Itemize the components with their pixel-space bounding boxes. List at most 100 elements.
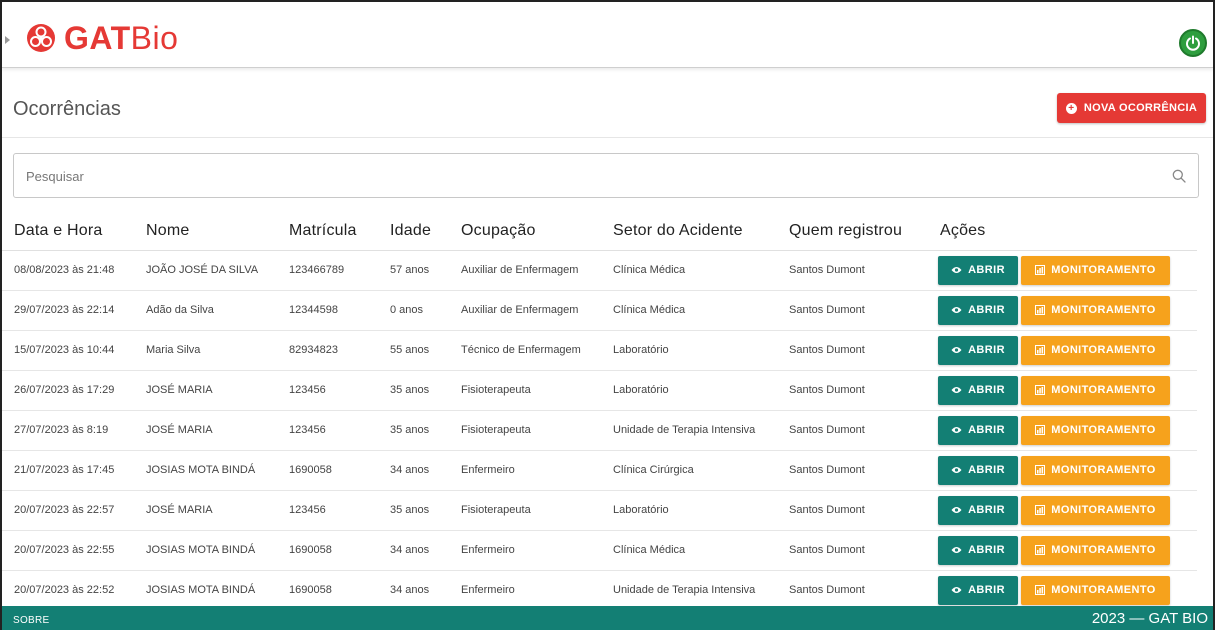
cell-actions: ABRIR MONITORAMENTO	[928, 570, 1197, 611]
cell-name: JOSÉ MARIA	[134, 490, 277, 531]
monitoring-button[interactable]: MONITORAMENTO	[1021, 535, 1170, 565]
open-button-label: ABRIR	[968, 584, 1005, 596]
cell-registered-by: Santos Dumont	[777, 490, 928, 531]
cell-sector: Unidade de Terapia Intensiva	[601, 570, 777, 611]
open-button[interactable]: ABRIR	[938, 455, 1018, 485]
cell-age: 0 anos	[378, 290, 449, 331]
cell-age: 35 anos	[378, 490, 449, 531]
cell-actions: ABRIR MONITORAMENTO	[928, 250, 1197, 291]
monitoring-button-label: MONITORAMENTO	[1051, 544, 1156, 556]
page-header: Ocorrências	[2, 70, 1213, 138]
open-button[interactable]: ABRIR	[938, 415, 1018, 445]
cell-registered-by: Santos Dumont	[777, 290, 928, 331]
open-button[interactable]: ABRIR	[938, 295, 1018, 325]
biohazard-icon	[27, 24, 55, 52]
cell-name: Maria Silva	[134, 330, 277, 371]
column-header-age[interactable]: Idade	[378, 212, 449, 251]
chart-icon	[1035, 345, 1046, 355]
cell-id: 1690058	[277, 570, 378, 611]
column-header-datetime[interactable]: Data e Hora	[2, 212, 134, 251]
cell-id: 1690058	[277, 450, 378, 491]
table-row: 27/07/2023 às 8:19 JOSÉ MARIA 123456 35 …	[2, 410, 1197, 451]
new-occurrence-button[interactable]: + NOVA OCORRÊNCIA	[1057, 93, 1206, 123]
monitoring-button[interactable]: MONITORAMENTO	[1021, 295, 1170, 325]
chart-icon	[1035, 505, 1046, 515]
column-header-registered-by[interactable]: Quem registrou	[777, 212, 928, 251]
cell-actions: ABRIR MONITORAMENTO	[928, 370, 1197, 411]
open-button[interactable]: ABRIR	[938, 575, 1018, 605]
search-input[interactable]	[26, 166, 1126, 186]
cell-sector: Laboratório	[601, 370, 777, 411]
open-button-label: ABRIR	[968, 464, 1005, 476]
monitoring-button-label: MONITORAMENTO	[1051, 584, 1156, 596]
search-box	[13, 153, 1199, 198]
power-icon	[1186, 35, 1200, 51]
cell-name: JOSIAS MOTA BINDÁ	[134, 450, 277, 491]
cell-name: JOSÉ MARIA	[134, 370, 277, 411]
column-header-occupation[interactable]: Ocupação	[449, 212, 601, 251]
monitoring-button[interactable]: MONITORAMENTO	[1021, 255, 1170, 285]
open-button[interactable]: ABRIR	[938, 495, 1018, 525]
cell-registered-by: Santos Dumont	[777, 250, 928, 291]
table-row: 08/08/2023 às 21:48 JOÃO JOSÉ DA SILVA 1…	[2, 250, 1197, 291]
eye-icon	[951, 427, 962, 433]
search-icon[interactable]	[1172, 169, 1186, 183]
cell-registered-by: Santos Dumont	[777, 450, 928, 491]
column-header-id[interactable]: Matrícula	[277, 212, 378, 251]
cell-name: Adão da Silva	[134, 290, 277, 331]
open-button[interactable]: ABRIR	[938, 535, 1018, 565]
logout-button[interactable]	[1179, 29, 1207, 57]
cell-sector: Clínica Médica	[601, 250, 777, 291]
monitoring-button[interactable]: MONITORAMENTO	[1021, 575, 1170, 605]
monitoring-button-label: MONITORAMENTO	[1051, 264, 1156, 276]
chart-icon	[1035, 425, 1046, 435]
monitoring-button[interactable]: MONITORAMENTO	[1021, 455, 1170, 485]
chart-icon	[1035, 545, 1046, 555]
open-button[interactable]: ABRIR	[938, 335, 1018, 365]
logo-text: GATBio	[64, 22, 178, 54]
table-row: 20/07/2023 às 22:55 JOSIAS MOTA BINDÁ 16…	[2, 530, 1197, 571]
eye-icon	[951, 347, 962, 353]
monitoring-button[interactable]: MONITORAMENTO	[1021, 495, 1170, 525]
open-button-label: ABRIR	[968, 344, 1005, 356]
table-row: 26/07/2023 às 17:29 JOSÉ MARIA 123456 35…	[2, 370, 1197, 411]
cell-id: 1690058	[277, 530, 378, 571]
column-header-name[interactable]: Nome	[134, 212, 277, 251]
logo[interactable]: GATBio	[26, 22, 178, 54]
cell-actions: ABRIR MONITORAMENTO	[928, 490, 1197, 531]
cell-sector: Laboratório	[601, 490, 777, 531]
cell-id: 123456	[277, 410, 378, 451]
cell-datetime: 26/07/2023 às 17:29	[2, 370, 134, 411]
cell-occupation: Fisioterapeuta	[449, 410, 601, 451]
eye-icon	[951, 267, 962, 273]
cell-actions: ABRIR MONITORAMENTO	[928, 410, 1197, 451]
open-button[interactable]: ABRIR	[938, 375, 1018, 405]
table-row: 20/07/2023 às 22:52 JOSIAS MOTA BINDÁ 16…	[2, 570, 1197, 611]
footer-about-link[interactable]: SOBRE	[13, 615, 50, 626]
plus-circle-icon: +	[1065, 102, 1077, 114]
monitoring-button[interactable]: MONITORAMENTO	[1021, 375, 1170, 405]
open-button-label: ABRIR	[968, 384, 1005, 396]
eye-icon	[951, 547, 962, 553]
cell-occupation: Enfermeiro	[449, 450, 601, 491]
chart-icon	[1035, 305, 1046, 315]
footer: SOBRE 2023 — GAT BIO	[2, 606, 1213, 630]
cell-datetime: 21/07/2023 às 17:45	[2, 450, 134, 491]
cell-id: 12344598	[277, 290, 378, 331]
cell-datetime: 08/08/2023 às 21:48	[2, 250, 134, 291]
table-row: 15/07/2023 às 10:44 Maria Silva 82934823…	[2, 330, 1197, 371]
cell-occupation: Auxiliar de Enfermagem	[449, 290, 601, 331]
eye-icon	[951, 507, 962, 513]
monitoring-button[interactable]: MONITORAMENTO	[1021, 415, 1170, 445]
chart-icon	[1035, 585, 1046, 595]
column-header-sector[interactable]: Setor do Acidente	[601, 212, 777, 251]
cell-name: JOÃO JOSÉ DA SILVA	[134, 250, 277, 291]
cell-occupation: Fisioterapeuta	[449, 370, 601, 411]
cell-sector: Clínica Médica	[601, 530, 777, 571]
monitoring-button[interactable]: MONITORAMENTO	[1021, 335, 1170, 365]
cell-id: 82934823	[277, 330, 378, 371]
open-button[interactable]: ABRIR	[938, 255, 1018, 285]
menu-toggle-icon[interactable]	[5, 36, 10, 44]
cell-name: JOSIAS MOTA BINDÁ	[134, 530, 277, 571]
table-row: 20/07/2023 às 22:57 JOSÉ MARIA 123456 35…	[2, 490, 1197, 531]
